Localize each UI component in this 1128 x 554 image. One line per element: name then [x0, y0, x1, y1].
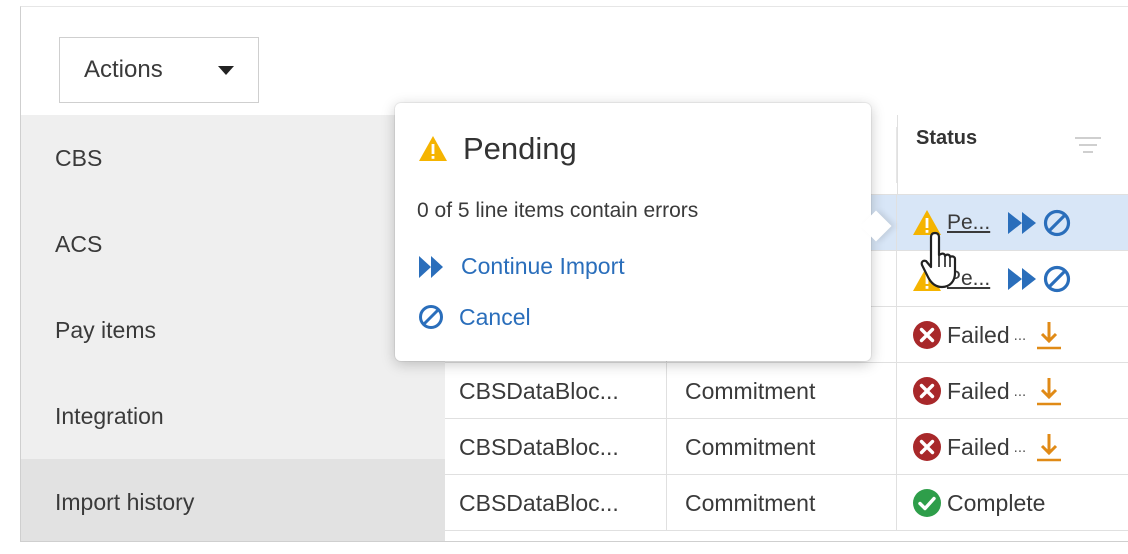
name-cell: CBSDataBloc... [445, 475, 667, 531]
sidebar-item-label: Import history [55, 488, 195, 515]
status-header-label: Status [916, 127, 978, 149]
fast-forward-icon[interactable] [1006, 265, 1040, 293]
status-ellipsis: ... [1013, 438, 1027, 456]
cancel-icon[interactable] [1042, 208, 1072, 238]
import-history-panel: Actions CBS ACS Pay items Integration Im… [20, 6, 1128, 542]
status-cell: Failed ... [897, 419, 1128, 475]
sidebar-item-label: Integration [55, 402, 164, 429]
pending-popover: Pending 0 of 5 line items contain errors… [395, 103, 892, 361]
failed-icon [913, 433, 941, 461]
status-ellipsis: ... [1013, 382, 1027, 400]
fast-forward-icon[interactable] [1006, 209, 1040, 237]
cancel-icon[interactable] [1042, 264, 1072, 294]
sidebar-item-label: CBS [55, 144, 103, 171]
fast-forward-icon [419, 255, 443, 278]
continue-import-label: Continue Import [461, 253, 625, 279]
warning-icon [419, 136, 447, 161]
sidebar-item-integration[interactable]: Integration [21, 373, 445, 459]
download-icon[interactable] [1034, 375, 1064, 407]
status-cell: Complete [897, 475, 1128, 531]
table-row[interactable]: CBSDataBloc... Commitment Failed ... [445, 419, 1128, 475]
popover-header: Pending [417, 131, 577, 167]
name-cell: CBSDataBloc... [445, 419, 667, 475]
type-cell: Commitment [667, 363, 897, 419]
type-cell: Commitment [667, 419, 897, 475]
status-text: Failed [947, 377, 1010, 404]
status-column-header[interactable]: Status [897, 115, 1128, 195]
popover-title: Pending [463, 131, 577, 166]
status-ellipsis: ... [1013, 326, 1027, 344]
cancel-label: Cancel [459, 303, 531, 330]
filter-icon[interactable] [1074, 137, 1102, 155]
status-cell: Failed ... [897, 307, 1128, 363]
download-icon[interactable] [1034, 319, 1064, 351]
hand-cursor-icon [920, 231, 957, 289]
actions-dropdown[interactable]: Actions [59, 37, 259, 103]
status-text: Failed [947, 321, 1010, 348]
complete-icon [913, 489, 941, 517]
table-row[interactable]: CBSDataBloc... Commitment Failed ... [445, 363, 1128, 419]
sidebar-item-acs[interactable]: ACS [21, 201, 445, 287]
status-text: Complete [947, 489, 1046, 516]
popover-message: 0 of 5 line items contain errors [417, 199, 699, 222]
download-icon[interactable] [1034, 431, 1064, 463]
cancel-icon [419, 305, 443, 329]
sidebar: CBS ACS Pay items Integration Import his… [21, 115, 445, 541]
status-text: Failed [947, 433, 1010, 460]
failed-icon [913, 321, 941, 349]
name-cell: CBSDataBloc... [445, 363, 667, 419]
continue-import-button[interactable]: Continue Import [417, 253, 625, 280]
status-cell: Failed ... [897, 363, 1128, 419]
failed-icon [913, 377, 941, 405]
sidebar-item-cbs[interactable]: CBS [21, 115, 445, 201]
cancel-button[interactable]: Cancel [417, 303, 531, 331]
actions-dropdown-label: Actions [84, 56, 163, 83]
type-cell: Commitment [667, 475, 897, 531]
table-row[interactable]: CBSDataBloc... Commitment Complete [445, 475, 1128, 531]
sidebar-item-label: ACS [55, 230, 103, 257]
sidebar-item-label: Pay items [55, 316, 156, 343]
sidebar-item-import-history[interactable]: Import history [21, 459, 445, 541]
sidebar-item-pay-items[interactable]: Pay items [21, 287, 445, 373]
caret-down-icon [218, 66, 234, 75]
